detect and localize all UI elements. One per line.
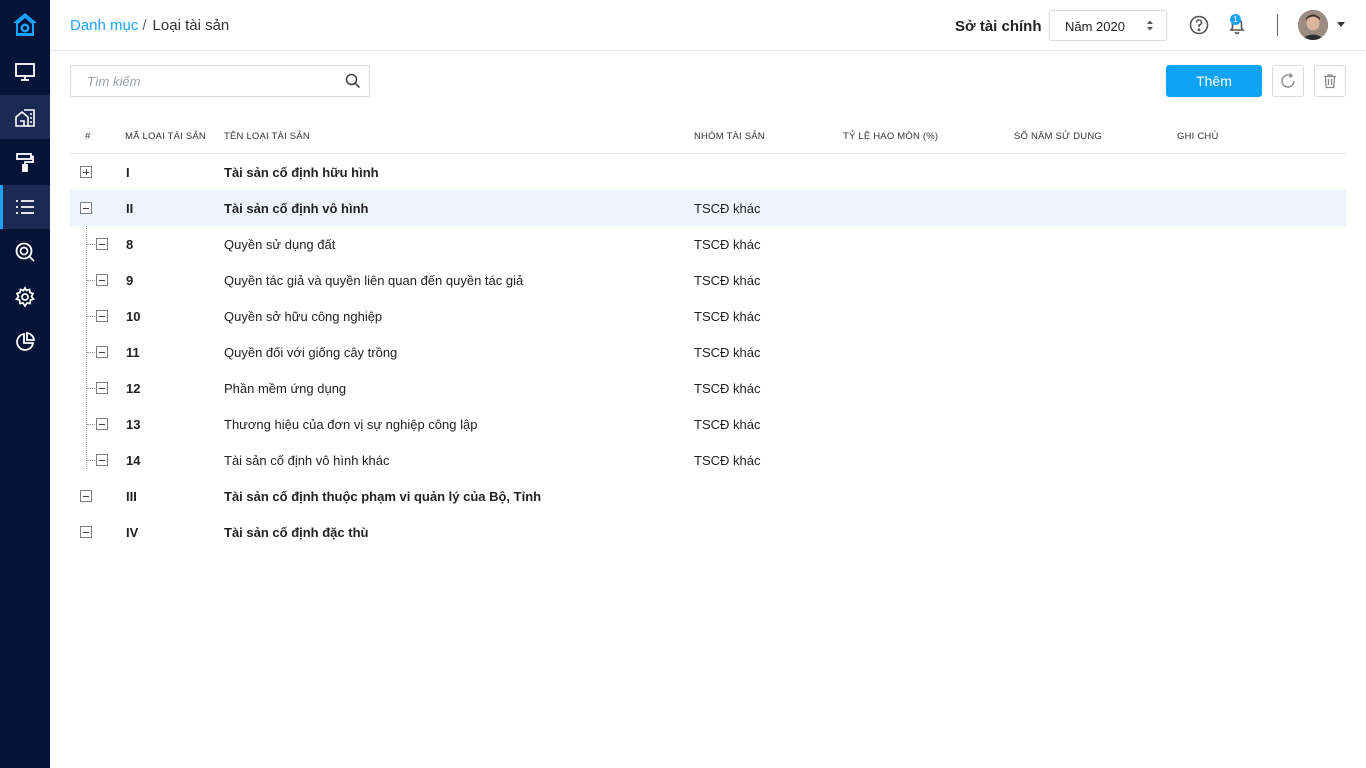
row-name: Quyền sở hữu công nghiệp [224,309,383,324]
col-index: # [85,131,91,142]
table-row[interactable]: 9 Quyền tác giả và quyền liên quan đến q… [70,262,1346,298]
row-name: Tài sản cố định đặc thù [224,525,369,540]
row-name: Tài sản cố định vô hình [224,201,369,216]
list-icon [16,200,34,214]
row-code: 14 [126,453,141,468]
row-group: TSCĐ khác [694,309,761,324]
collapse-toggle[interactable] [96,346,108,358]
collapse-toggle[interactable] [80,202,92,214]
breadcrumb: Danh mục / Loại tài sản [70,17,229,34]
row-group: TSCĐ khác [694,237,761,252]
table-row[interactable]: IV Tài sản cố định đặc thù [70,514,1346,550]
sort-arrows-icon [1147,20,1153,31]
home-logo-icon[interactable] [0,0,50,50]
collapse-toggle[interactable] [96,238,108,250]
avatar[interactable] [1298,10,1328,40]
row-code: 10 [126,309,141,324]
paint-roller-icon [16,153,34,172]
org-name: Sở tài chính [955,18,1042,35]
delete-button[interactable] [1314,65,1346,97]
row-code: 8 [126,237,134,252]
col-years: Số năm sử dụng [1014,131,1102,142]
search-report-icon [15,242,35,262]
row-name: Tài sản cố định vô hình khác [224,453,390,468]
col-note: Ghi chú [1177,131,1219,142]
row-group: TSCĐ khác [694,273,761,288]
row-name: Quyền sử dụng đất [224,237,336,252]
collapse-toggle[interactable] [96,454,108,466]
table-row[interactable]: 10 Quyền sở hữu công nghiệp TSCĐ khác [70,298,1346,334]
expand-toggle[interactable] [80,166,92,178]
nav-pie-chart[interactable] [0,320,50,364]
row-group: TSCĐ khác [694,453,761,468]
breadcrumb-current: Loại tài sản [152,17,230,34]
table-header: # Mã loại tài sản Tên loại tài sản Nhóm … [70,118,1346,154]
sidebar [0,0,50,768]
nav-monitor[interactable] [0,50,50,94]
breadcrumb-parent-link[interactable]: Danh mục [70,17,138,34]
col-code: Mã loại tài sản [125,131,206,142]
collapse-toggle[interactable] [80,526,92,538]
search-icon[interactable] [345,73,361,89]
row-code: II [126,201,134,216]
breadcrumb-separator: / [142,17,147,34]
col-depreciation: Tỷ lệ hao mòn (%) [843,131,939,142]
search-box [70,65,370,97]
nav-search-report[interactable] [0,230,50,274]
col-group: Nhóm tài sản [694,131,765,142]
row-code: 9 [126,273,134,288]
nav-settings[interactable] [0,275,50,319]
search-input[interactable] [71,66,331,96]
year-select-value: Năm 2020 [1065,19,1125,34]
collapse-toggle[interactable] [96,418,108,430]
row-name: Quyền tác giả và quyền liên quan đến quy… [224,273,524,288]
table-row[interactable]: 14 Tài sản cố định vô hình khác TSCĐ khá… [70,442,1346,478]
nav-paint-roller[interactable] [0,140,50,184]
collapse-toggle[interactable] [80,490,92,502]
help-icon[interactable] [1188,14,1210,36]
row-code: 13 [126,417,141,432]
nav-building[interactable] [0,95,50,139]
row-code: 12 [126,381,141,396]
collapse-toggle[interactable] [96,310,108,322]
table-row[interactable]: 13 Thương hiệu của đơn vị sự nghiệp công… [70,406,1346,442]
row-name: Quyền đối với giống cây trồng [224,345,398,360]
year-select[interactable]: Năm 2020 [1049,10,1167,41]
table-row[interactable]: II Tài sản cố định vô hình TSCĐ khác [70,190,1346,226]
row-name: Tài sản cố định hữu hình [224,165,379,180]
row-code: I [126,165,130,180]
row-group: TSCĐ khác [694,381,761,396]
header-divider [1277,14,1278,36]
building-icon [15,109,35,127]
row-name: Thương hiệu của đơn vị sự nghiệp công lậ… [224,417,478,432]
chevron-down-icon[interactable] [1337,22,1345,27]
trash-icon [1324,74,1336,89]
monitor-icon [15,63,35,81]
add-button[interactable]: Thêm [1166,65,1262,97]
row-name: Phần mềm ứng dụng [224,381,347,396]
col-name: Tên loại tài sản [224,131,310,142]
top-header: Danh mục / Loại tài sản Sở tài chính Năm 2… [50,0,1366,51]
row-code: 11 [126,345,140,360]
notification-badge: 1 [1230,14,1241,25]
gear-icon [14,286,36,308]
refresh-icon [1281,73,1295,88]
refresh-button[interactable] [1272,65,1304,97]
collapse-toggle[interactable] [96,382,108,394]
table-row[interactable]: 11 Quyền đối với giống cây trồng TSCĐ kh… [70,334,1346,370]
row-group: TSCĐ khác [694,417,761,432]
row-group: TSCĐ khác [694,201,761,216]
row-name: Tài sản cố định thuộc phạm vi quản lý củ… [224,489,542,504]
collapse-toggle[interactable] [96,274,108,286]
table-row[interactable]: III Tài sản cố định thuộc phạm vi quản l… [70,478,1346,514]
table-row[interactable]: 12 Phần mềm ứng dụng TSCĐ khác [70,370,1346,406]
table-row[interactable]: I Tài sản cố định hữu hình [70,154,1346,190]
row-group: TSCĐ khác [694,345,761,360]
pie-chart-icon [16,331,36,351]
row-code: III [126,489,137,504]
row-code: IV [126,525,139,540]
nav-list[interactable] [0,185,50,229]
table-row[interactable]: 8 Quyền sử dụng đất TSCĐ khác [70,226,1346,262]
